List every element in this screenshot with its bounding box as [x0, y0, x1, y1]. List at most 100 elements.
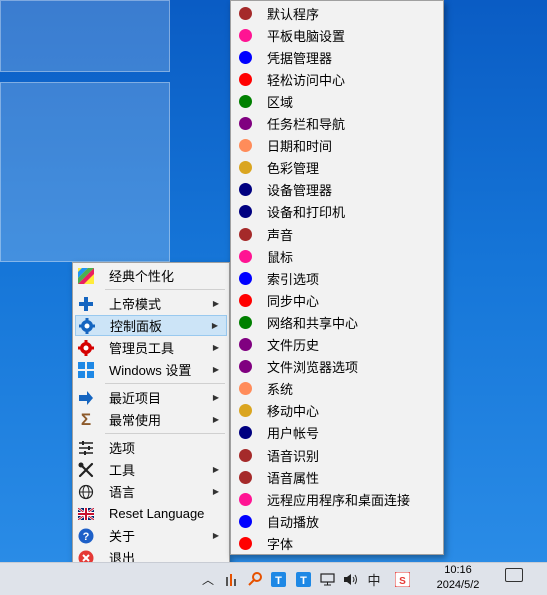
control-panel-item[interactable]: 文件历史	[233, 334, 441, 356]
gear-icon	[76, 315, 98, 336]
menu-item-options[interactable]: 选项	[75, 437, 227, 458]
control-panel-item-label: 日期和时间	[267, 139, 333, 155]
control-panel-item[interactable]: 文件浏览器选项	[233, 356, 441, 378]
control-panel-item-label: 系统	[267, 382, 294, 398]
bullet-icon	[239, 470, 252, 484]
arrow-right-icon	[75, 387, 97, 408]
bullet-icon	[239, 426, 252, 440]
t-app-icon[interactable]: T	[270, 569, 286, 589]
bullet-icon	[239, 205, 252, 219]
volume-icon[interactable]	[342, 569, 358, 589]
control-panel-item[interactable]: 用户帐号	[233, 422, 441, 444]
control-panel-item[interactable]: 系统	[233, 378, 441, 400]
control-panel-item[interactable]: 轻松访问中心	[233, 68, 441, 90]
bullet-icon	[239, 514, 252, 528]
chevron-right-icon: ▶	[212, 415, 219, 424]
svg-text:?: ?	[83, 531, 90, 543]
chevron-right-icon: ▶	[212, 299, 219, 308]
control-panel-item[interactable]: 色彩管理	[233, 157, 441, 179]
control-panel-item-label: 字体	[267, 536, 294, 552]
control-panel-item-label: 区域	[267, 94, 294, 110]
menu-item-label: 工具	[109, 463, 136, 478]
equalizer-icon[interactable]	[224, 569, 240, 589]
control-panel-item[interactable]: 声音	[233, 223, 441, 245]
app-tray-icon[interactable]: S	[394, 569, 410, 589]
bullet-icon	[239, 183, 252, 197]
menu-item-label: 管理员工具	[109, 341, 175, 356]
control-panel-item[interactable]: 远程应用程序和桌面连接	[233, 488, 441, 510]
chevron-up-icon[interactable]: ︿	[200, 569, 216, 589]
control-panel-item-label: 任务栏和导航	[267, 117, 346, 132]
control-panel-item-label: 同步中心	[267, 293, 320, 309]
notification-icon[interactable]	[505, 568, 523, 582]
chevron-right-icon: ▶	[212, 531, 219, 540]
clock-date: 2024/5/2	[436, 579, 480, 591]
menu-item-god-mode[interactable]: 上帝模式 ▶	[75, 293, 227, 314]
clock-time: 10:16	[444, 564, 472, 576]
bullet-icon	[239, 448, 252, 462]
control-panel-item[interactable]: 设备和打印机	[233, 201, 441, 223]
control-panel-item[interactable]: 任务栏和导航	[233, 113, 441, 135]
control-panel-item[interactable]: 索引选项	[233, 267, 441, 289]
control-panel-item-label: 语音属性	[267, 470, 320, 486]
control-panel-item-label: 默认程序	[267, 6, 320, 22]
control-panel-item-label: 鼠标	[267, 249, 294, 265]
control-panel-item[interactable]: 移动中心	[233, 400, 441, 422]
control-panel-item-label: 声音	[267, 227, 294, 243]
control-panel-item-label: 用户帐号	[267, 426, 320, 442]
control-panel-item[interactable]: 区域	[233, 90, 441, 112]
control-panel-item[interactable]: 鼠标	[233, 245, 441, 267]
bullet-icon	[239, 139, 252, 153]
menu-item-windows-settings[interactable]: Windows 设置 ▶	[75, 359, 227, 380]
windows-icon	[75, 359, 97, 380]
control-panel-item[interactable]: 日期和时间	[233, 135, 441, 157]
windows-logo-pane	[0, 0, 170, 72]
bullet-icon	[239, 271, 252, 285]
rainbow-icon	[75, 265, 97, 286]
control-panel-item[interactable]: 网络和共享中心	[233, 311, 441, 333]
menu-item-language[interactable]: 语言 ▶	[75, 481, 227, 502]
menu-item-about[interactable]: ? 关于 ▶	[75, 525, 227, 546]
menu-item-control-panel[interactable]: 控制面板 ▶	[75, 315, 227, 336]
network-icon[interactable]	[319, 569, 335, 589]
menu-item-admin-tools[interactable]: 管理员工具 ▶	[75, 337, 227, 358]
control-panel-item-label: 设备管理器	[267, 183, 333, 199]
control-panel-item[interactable]: 字体	[233, 532, 441, 554]
control-panel-item-label: 远程应用程序和桌面连接	[267, 492, 411, 508]
control-panel-item[interactable]: 语音属性	[233, 466, 441, 488]
menu-separator	[105, 433, 225, 434]
menu-item-label: 选项	[109, 441, 136, 456]
menu-separator	[105, 289, 225, 290]
sigma-icon: Σ	[80, 409, 92, 429]
menu-item-classic-personalize[interactable]: 经典个性化	[75, 265, 227, 286]
menu-item-recent[interactable]: 最近项目 ▶	[75, 387, 227, 408]
control-panel-item-label: 语音识别	[267, 448, 320, 464]
control-panel-item-label: 文件历史	[267, 338, 320, 353]
chevron-right-icon: ▶	[211, 321, 218, 330]
control-panel-item[interactable]: 平板电脑设置	[233, 24, 441, 46]
control-panel-item[interactable]: 默认程序	[233, 2, 441, 24]
control-panel-item[interactable]: 同步中心	[233, 289, 441, 311]
menu-item-label: 最近项目	[109, 391, 162, 406]
control-panel-item-label: 凭据管理器	[267, 50, 333, 66]
menu-item-reset-language[interactable]: Reset Language	[75, 503, 227, 524]
control-panel-item[interactable]: 设备管理器	[233, 179, 441, 201]
control-panel-item[interactable]: 语音识别	[233, 444, 441, 466]
control-panel-submenu: 默认程序平板电脑设置凭据管理器轻松访问中心 区域任务栏和导航 日期和时间色彩管理设备…	[230, 0, 444, 555]
ime-indicator[interactable]: 中	[366, 569, 382, 589]
svg-text:T: T	[275, 575, 282, 587]
tools-icon	[75, 459, 97, 480]
control-panel-item[interactable]: 自动播放	[233, 510, 441, 532]
control-panel-item[interactable]: 凭据管理器	[233, 46, 441, 68]
bullet-icon	[239, 28, 252, 42]
menu-item-most-used[interactable]: Σ 最常使用 ▶	[75, 409, 227, 430]
menu-item-tools[interactable]: 工具 ▶	[75, 459, 227, 480]
control-panel-item-label: 轻松访问中心	[267, 72, 346, 88]
bullet-icon	[239, 382, 252, 396]
control-panel-item-label: 移动中心	[267, 404, 320, 420]
taskbar-clock[interactable]: 10:16 2024/5/2	[428, 563, 488, 593]
t-app2-icon[interactable]: T	[295, 569, 311, 589]
menu-item-label: 经典个性化	[109, 269, 175, 284]
key-icon[interactable]	[247, 569, 263, 589]
bullet-icon	[239, 6, 252, 20]
